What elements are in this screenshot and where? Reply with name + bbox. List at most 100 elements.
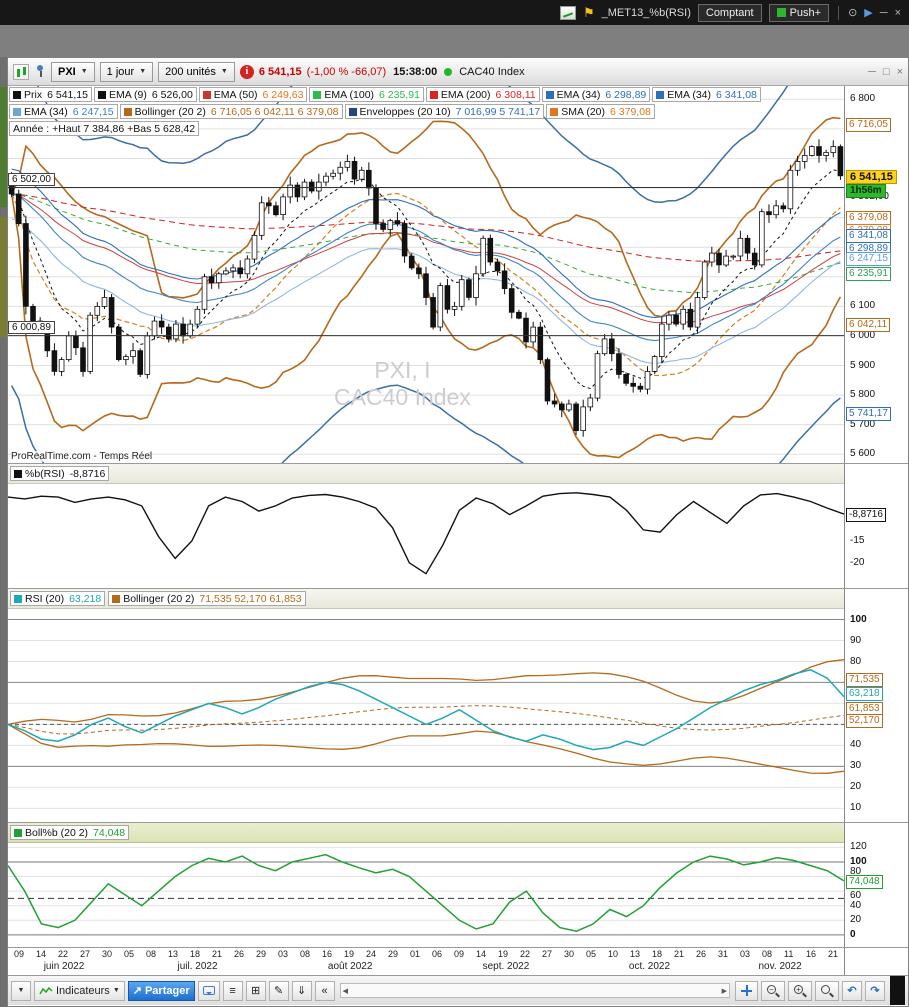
x-tick-label: 26	[234, 949, 245, 959]
x-tick-label: 22	[520, 949, 531, 959]
legend-value: 6 716,05 6 042,11 6 379,08	[210, 105, 339, 118]
period-select[interactable]: 1 jour ▼	[99, 61, 154, 82]
legend-chip[interactable]: EMA (34) 6 298,89	[541, 87, 651, 102]
x-month-label: oct. 2022	[628, 961, 671, 972]
legend-chip[interactable]: EMA (34) 6 341,08	[652, 87, 761, 102]
legend-chip[interactable]: Prix 6 541,15	[9, 87, 92, 102]
color-swatch	[656, 90, 665, 99]
legend-chip[interactable]: Boll%b (20 2) 74,048	[10, 825, 130, 840]
detach-icon[interactable]: ▶	[864, 6, 872, 19]
zoom-in-button[interactable]: +	[788, 980, 812, 1001]
legend-chip[interactable]: EMA (100) 6 235,91	[309, 87, 424, 102]
axis-label: 5 741,17	[846, 406, 891, 421]
scroll-right-icon[interactable]: ▶	[722, 987, 727, 995]
axis-label: 120	[850, 841, 867, 853]
legend-chip[interactable]: EMA (34) 6 247,15	[9, 104, 118, 119]
horizontal-scrollbar[interactable]: ◀ ▶	[339, 983, 730, 998]
legend-chip[interactable]: Bollinger (20 2) 71,535 52,170 61,853	[108, 591, 306, 606]
pin-tool-icon[interactable]	[34, 64, 46, 79]
push-button[interactable]: Push+	[768, 3, 830, 22]
chevron-down-icon: ▼	[220, 68, 228, 75]
table-button[interactable]: ⊞	[245, 980, 266, 1001]
legend-label: Bollinger (20 2)	[123, 592, 195, 605]
legend-chip[interactable]: EMA (200) 6 308,11	[425, 87, 540, 102]
zoom-box-button[interactable]	[815, 980, 839, 1001]
pb-rsi-axis[interactable]: -8,8716 -15 -20	[844, 464, 908, 588]
axis-label: 40	[850, 739, 862, 751]
legend-chip[interactable]: Bollinger (20 2) 6 716,05 6 042,11 6 379,…	[119, 104, 343, 119]
pin-icon[interactable]: ⊙	[848, 6, 857, 19]
price-plot[interactable]: Prix 6 541,15 EMA (9) 6 526,00 EMA (50) 6 249…	[8, 86, 844, 463]
legend-label: Prix	[24, 88, 43, 101]
bollb-axis[interactable]: 120 100 80 74,048 60 40 20 0	[844, 823, 908, 947]
draw-button[interactable]: ✎	[268, 980, 289, 1001]
legend-chip[interactable]: Année : +Haut 7 384,86 +Bas 5 628,42	[9, 121, 200, 136]
window-maximize-icon[interactable]: □	[883, 66, 890, 78]
price-axis[interactable]: 6 8006 716,056 541,151h56m6 502,006 379,…	[844, 86, 908, 463]
download-button[interactable]: ⇓	[291, 980, 312, 1001]
horizontal-line-label[interactable]: 6 000,89	[8, 320, 55, 334]
horizontal-line-label[interactable]: 6 502,00	[8, 172, 55, 186]
rsi-axis[interactable]: 100 90 80 71,535 63,218 61,853 52,170 40 30 20 10	[844, 589, 908, 822]
legend-chip[interactable]: SMA (20) 6 379,08	[546, 104, 655, 119]
instrument-name: CAC40 Index	[459, 65, 525, 78]
axis-label: 0	[850, 928, 856, 940]
zoom-out-icon: −	[766, 984, 780, 998]
share-button[interactable]: ↗ Partager	[127, 980, 195, 1001]
legend-value: 7 016,99 5 741,17	[455, 105, 541, 118]
scroll-left-icon[interactable]: ◀	[343, 987, 348, 995]
x-tick-label: 29	[388, 949, 399, 959]
pan-button[interactable]	[735, 980, 758, 1001]
pan-icon	[740, 984, 753, 997]
rsi-canvas[interactable]	[8, 609, 844, 822]
pb-rsi-canvas[interactable]	[8, 484, 844, 588]
window-close-icon[interactable]: ×	[897, 66, 903, 78]
legend-chip[interactable]: RSI (20) 63,218	[10, 591, 106, 606]
color-swatch	[13, 107, 21, 116]
legend-chip[interactable]: %b(RSI) -8,8716	[10, 466, 110, 481]
info-icon[interactable]: i	[239, 64, 254, 79]
rsi-plot[interactable]: RSI (20) 63,218 Bollinger (20 2) 71,535 52,…	[8, 589, 844, 822]
x-tick-label: 09	[14, 949, 25, 959]
bollb-plot[interactable]: Boll%b (20 2) 74,048	[8, 823, 844, 947]
units-select[interactable]: 200 unités ▼	[158, 61, 235, 82]
chart-window-icon[interactable]	[559, 5, 576, 20]
axis-label: 1h56m	[846, 183, 886, 198]
undo-button[interactable]: ↶	[842, 980, 862, 1001]
legend-chip[interactable]: Enveloppes (20 10) 7 016,99 5 741,17	[344, 104, 545, 119]
pb-rsi-plot[interactable]: %b(RSI) -8,8716	[8, 464, 844, 588]
legend-value: 63,218	[69, 592, 102, 605]
time-axis[interactable]: 09 14 22 27 30 05 08 13 18 21 26 29 03 08 16 19 24 29 01 06…	[8, 948, 908, 976]
bollb-canvas[interactable]	[8, 843, 844, 947]
color-swatch	[545, 90, 554, 99]
notes-button[interactable]: ≡	[222, 980, 243, 1001]
window-minimize-icon[interactable]: ─	[868, 66, 876, 78]
corner-resize-button[interactable]	[890, 976, 905, 1005]
axis-label: 5 800	[850, 389, 876, 401]
indicators-label: Indicateurs	[56, 984, 110, 997]
color-swatch	[348, 107, 357, 116]
zoom-out-button[interactable]: −	[761, 980, 785, 1001]
legend-chip[interactable]: EMA (50) 6 249,63	[198, 87, 308, 102]
color-swatch	[14, 594, 22, 603]
axis-label: 71,535	[846, 673, 883, 688]
minimize-icon[interactable]: ─	[880, 7, 888, 19]
app-titlebar: ⚑ _MET13_%b(RSI) Comptant Push+ ⊙ ▶ ─ ×	[0, 0, 909, 25]
x-tick-label: 26	[696, 949, 707, 959]
axis-label: 6 000	[850, 329, 876, 341]
axis-label: 6 235,91	[846, 267, 891, 282]
chevron-down-icon: ▼	[17, 987, 25, 994]
collapse-toolbar-button[interactable]: «	[314, 980, 335, 1001]
workspace-flag-icon[interactable]: ⚑	[583, 5, 595, 21]
layout-dropdown[interactable]: ▼	[11, 980, 31, 1001]
x-tick-label: 08	[762, 949, 773, 959]
redo-button[interactable]: ↷	[865, 980, 885, 1001]
indicators-button[interactable]: Indicateurs ▼	[34, 980, 125, 1001]
legend-label: EMA (100)	[324, 88, 375, 101]
chart-style-icon[interactable]	[13, 63, 29, 80]
legend-chip[interactable]: EMA (9) 6 526,00	[93, 87, 197, 102]
symbol-select[interactable]: PXI ▼	[51, 61, 95, 82]
comptant-button[interactable]: Comptant	[697, 3, 762, 22]
close-icon[interactable]: ×	[895, 7, 901, 19]
comment-button[interactable]	[197, 980, 220, 1001]
